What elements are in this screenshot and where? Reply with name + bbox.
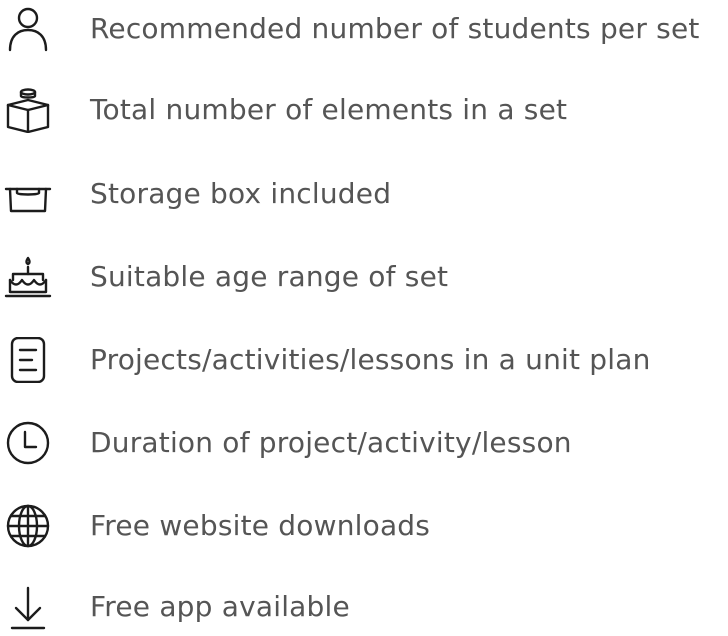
legend-label: Projects/activities/lessons in a unit pl…: [90, 343, 651, 376]
legend-item-age: Suitable age range of set: [0, 248, 728, 306]
birthday-cake-icon: [4, 254, 52, 300]
legend-item-students: Recommended number of students per set: [0, 0, 728, 58]
clock-icon: [4, 420, 52, 466]
storage-box-icon: [4, 171, 52, 217]
legend-label: Free app available: [90, 590, 350, 623]
globe-icon: [4, 503, 52, 549]
legend-item-downloads: Free website downloads: [0, 497, 728, 555]
legend-label: Duration of project/activity/lesson: [90, 426, 572, 459]
brick-box-icon: [4, 87, 52, 133]
legend-item-duration: Duration of project/activity/lesson: [0, 414, 728, 472]
legend-item-projects: Projects/activities/lessons in a unit pl…: [0, 331, 728, 389]
legend-label: Free website downloads: [90, 509, 431, 542]
icon-legend: Recommended number of students per set T…: [0, 0, 728, 631]
legend-item-elements: Total number of elements in a set: [0, 81, 728, 139]
legend-label: Recommended number of students per set: [90, 12, 700, 45]
legend-item-app: Free app available: [0, 578, 728, 636]
legend-item-storage: Storage box included: [0, 165, 728, 223]
legend-label: Total number of elements in a set: [90, 93, 568, 126]
legend-label: Storage box included: [90, 177, 392, 210]
legend-label: Suitable age range of set: [90, 260, 449, 293]
person-icon: [4, 6, 52, 52]
download-arrow-icon: [4, 584, 52, 630]
document-icon: [4, 337, 52, 383]
